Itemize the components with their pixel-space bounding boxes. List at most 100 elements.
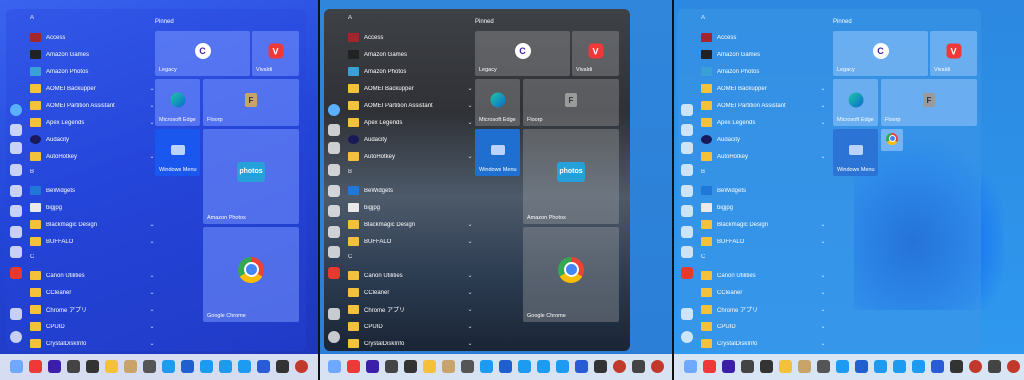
app-folder[interactable]: BUFFALO ⌄	[346, 234, 474, 249]
vivaldi-rail-icon[interactable]	[10, 267, 22, 279]
app-folder[interactable]: Apex Legends ⌄	[346, 115, 474, 130]
vivaldi-dark-icon[interactable]	[86, 360, 99, 373]
file-explorer-icon[interactable]	[779, 360, 792, 373]
vivaldi-icon[interactable]	[703, 360, 716, 373]
app-item[interactable]: BeWidgets	[699, 183, 827, 198]
tile-edge[interactable]: Microsoft Edge	[475, 79, 520, 126]
start-button-icon[interactable]	[10, 360, 23, 373]
folder-icon[interactable]	[681, 185, 693, 197]
vivaldi-dark-icon[interactable]	[760, 360, 773, 373]
app-item[interactable]: Amazon Photos	[699, 64, 827, 79]
power-icon[interactable]	[681, 331, 693, 343]
settings-sliders-icon[interactable]	[328, 124, 340, 136]
tile-legacy[interactable]: C Legacy	[833, 31, 928, 76]
tile-floorp[interactable]: F Floorp	[881, 79, 977, 126]
app-folder[interactable]: AutoHotkey ⌄	[346, 149, 474, 164]
copilot-icon[interactable]	[681, 104, 693, 116]
app-item[interactable]: BeWidgets	[346, 183, 474, 198]
pictures-icon[interactable]	[328, 246, 340, 258]
obs-icon[interactable]	[295, 360, 308, 373]
twitter-icon[interactable]	[912, 360, 925, 373]
tile-floorp[interactable]: F Floorp	[523, 79, 619, 126]
download-icon[interactable]	[328, 205, 340, 217]
vivaldi-rail-icon[interactable]	[681, 267, 693, 279]
download-icon[interactable]	[10, 205, 22, 217]
floorp-icon[interactable]	[442, 360, 455, 373]
power-icon[interactable]	[10, 331, 22, 343]
legacy-icon[interactable]	[48, 360, 61, 373]
floorp-icon[interactable]	[798, 360, 811, 373]
app-icon[interactable]	[931, 360, 944, 373]
app-item[interactable]: Audacity	[346, 132, 474, 147]
app-folder[interactable]: Blackmagic Design ⌄	[346, 217, 474, 232]
tile-edge[interactable]: Microsoft Edge	[833, 79, 878, 126]
folder-icon[interactable]	[328, 185, 340, 197]
app-folder[interactable]: Chrome アプリ ⌄	[346, 302, 474, 317]
user-icon[interactable]	[328, 308, 340, 320]
app-folder[interactable]: Apex Legends ⌄	[28, 115, 156, 130]
app-icon[interactable]	[181, 360, 194, 373]
twitter-icon[interactable]	[537, 360, 550, 373]
tile-google-chrome[interactable]: Google Chrome	[203, 227, 299, 322]
tile-edge[interactable]: Microsoft Edge	[155, 79, 200, 126]
tile-amazon-photos[interactable]: photos Amazon Photos	[203, 129, 299, 224]
app-icon[interactable]	[632, 360, 645, 373]
gear-icon[interactable]	[328, 142, 340, 154]
obs-icon[interactable]	[613, 360, 626, 373]
pictures-icon[interactable]	[681, 246, 693, 258]
legacy-icon[interactable]	[722, 360, 735, 373]
app-folder[interactable]: CCleaner ⌄	[346, 285, 474, 300]
twitter-icon[interactable]	[219, 360, 232, 373]
app-icon[interactable]	[950, 360, 963, 373]
app-item[interactable]: Access	[28, 30, 156, 45]
app-item[interactable]: Amazon Games	[28, 47, 156, 62]
obs-icon[interactable]	[651, 360, 664, 373]
app-folder[interactable]: AOMEI Backupper ⌄	[28, 81, 156, 96]
app-icon[interactable]	[162, 360, 175, 373]
document-icon[interactable]	[328, 164, 340, 176]
app-icon[interactable]	[276, 360, 289, 373]
app-icon[interactable]	[67, 360, 80, 373]
app-icon[interactable]	[385, 360, 398, 373]
pictures-icon[interactable]	[10, 246, 22, 258]
app-icon[interactable]	[499, 360, 512, 373]
folder-icon[interactable]	[10, 185, 22, 197]
app-folder[interactable]: AOMEI Partition Assistant ⌄	[699, 98, 827, 113]
app-icon[interactable]	[836, 360, 849, 373]
settings-sliders-icon[interactable]	[681, 124, 693, 136]
app-item[interactable]: bigjpg	[346, 200, 474, 215]
music-icon[interactable]	[10, 226, 22, 238]
copilot-icon[interactable]	[10, 104, 22, 116]
vivaldi-icon[interactable]	[29, 360, 42, 373]
tile-windows-menu[interactable]: Windows Menu	[155, 129, 200, 176]
vivaldi-dark-icon[interactable]	[404, 360, 417, 373]
tile-amazon-photos[interactable]: photos Amazon Photos	[523, 129, 619, 224]
app-folder[interactable]: Chrome アプリ ⌄	[699, 302, 827, 317]
music-icon[interactable]	[328, 226, 340, 238]
app-folder[interactable]: CrystalDiskInfo ⌄	[699, 336, 827, 351]
app-folder[interactable]: CrystalDiskInfo ⌄	[28, 336, 156, 351]
download-icon[interactable]	[681, 205, 693, 217]
app-folder[interactable]: Canon Utilities ⌄	[28, 268, 156, 283]
twitter-icon[interactable]	[893, 360, 906, 373]
network-icon[interactable]	[10, 287, 22, 299]
start-button-icon[interactable]	[684, 360, 697, 373]
app-folder[interactable]: CPUID ⌄	[699, 319, 827, 334]
obs-icon[interactable]	[969, 360, 982, 373]
app-icon[interactable]	[518, 360, 531, 373]
tile-windows-menu[interactable]: Windows Menu	[833, 129, 878, 176]
app-icon[interactable]	[594, 360, 607, 373]
app-folder[interactable]: Chrome アプリ ⌄	[28, 302, 156, 317]
tile-legacy[interactable]: C Legacy	[475, 31, 570, 76]
copilot-icon[interactable]	[328, 104, 340, 116]
app-icon[interactable]	[480, 360, 493, 373]
tile-windows-menu[interactable]: Windows Menu	[475, 129, 520, 176]
settings-sliders-icon[interactable]	[10, 124, 22, 136]
app-folder[interactable]: AOMEI Partition Assistant ⌄	[28, 98, 156, 113]
app-icon[interactable]	[855, 360, 868, 373]
app-icon[interactable]	[200, 360, 213, 373]
app-folder[interactable]: CrystalDiskInfo ⌄	[346, 336, 474, 351]
app-folder[interactable]: Apex Legends ⌄	[699, 115, 827, 130]
app-icon[interactable]	[988, 360, 1001, 373]
app-folder[interactable]: CCleaner ⌄	[28, 285, 156, 300]
